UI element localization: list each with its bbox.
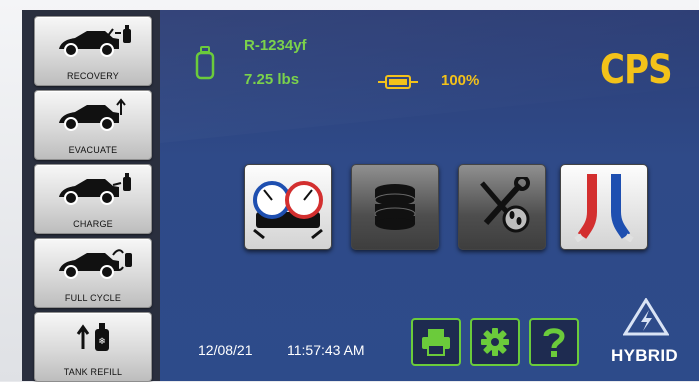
sidebar-item-label: CHARGE — [73, 219, 113, 229]
service-tools-button[interactable] — [458, 164, 546, 250]
settings-button[interactable] — [470, 318, 520, 366]
car-full-cycle-icon — [59, 249, 132, 279]
tank-refill-button[interactable]: ❄ TANK REFILL — [34, 312, 152, 382]
main-screen: R-1234yf 7.25 lbs 100% CPS 12/08/21 11:5… — [160, 10, 699, 381]
database-icon — [374, 184, 416, 230]
cps-logo: CPS — [600, 47, 673, 93]
database-button[interactable] — [351, 164, 439, 250]
help-icon — [543, 328, 565, 357]
hoses-button[interactable] — [560, 164, 648, 250]
sidebar-item-label: EVACUATE — [68, 145, 118, 155]
tools-service-icon — [480, 177, 530, 233]
sidebar-item-label: TANK REFILL — [63, 367, 123, 377]
hybrid-warning-icon — [623, 298, 669, 336]
time-readout: 11:57:43 AM — [287, 342, 365, 358]
manifold-gauges-icon — [253, 181, 323, 240]
sidebar-item-label: RECOVERY — [67, 71, 119, 81]
tank-icon — [195, 46, 215, 80]
battery-percent: 100% — [441, 72, 480, 89]
gear-icon — [481, 328, 509, 356]
sidebar-item-label: FULL CYCLE — [64, 293, 122, 303]
printer-icon — [422, 329, 450, 356]
refrigerant-weight: 7.25 lbs — [244, 71, 300, 88]
manifold-gauges-button[interactable] — [244, 164, 332, 250]
refrigerant-type: R-1234yf — [244, 37, 307, 54]
car-recovery-icon — [59, 25, 131, 57]
hybrid-label: HYBRID — [611, 346, 678, 365]
print-button[interactable] — [411, 318, 461, 366]
charge-button[interactable]: CHARGE — [34, 164, 152, 234]
full-cycle-button[interactable]: FULL CYCLE — [34, 238, 152, 308]
evacuate-button[interactable]: EVACUATE — [34, 90, 152, 160]
car-charge-icon — [59, 173, 131, 205]
battery-icon — [378, 75, 418, 89]
date-readout: 12/08/21 — [198, 342, 253, 358]
recovery-button[interactable]: RECOVERY — [34, 16, 152, 86]
help-button[interactable] — [529, 318, 579, 366]
car-evacuate-icon — [59, 98, 126, 131]
sidebar: RECOVERY EVACUATE CHARGE FULL CYCLE ❄ TA… — [22, 10, 162, 382]
svg-text:❄: ❄ — [98, 337, 106, 347]
tank-refill-icon: ❄ — [76, 323, 109, 351]
hoses-icon — [574, 174, 634, 242]
